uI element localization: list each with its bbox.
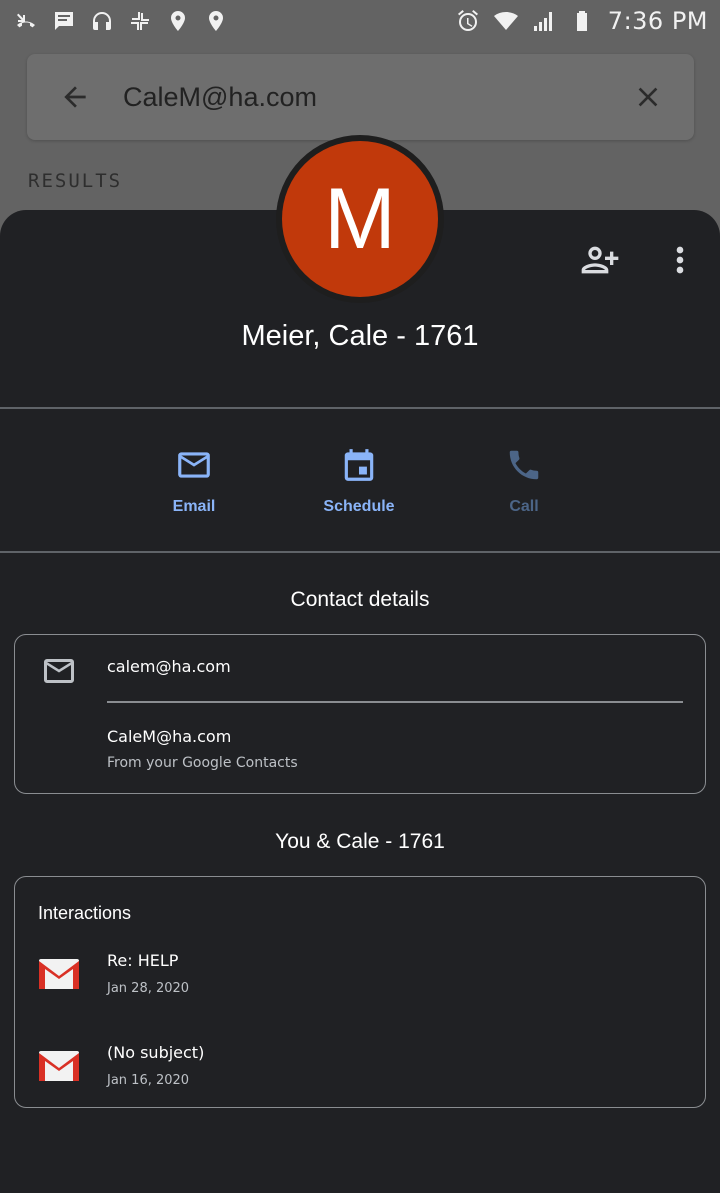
email-button[interactable]: Email xyxy=(134,446,254,516)
interactions-card: Interactions Re: HELP Jan 28, 2020 (No s… xyxy=(14,876,706,1108)
call-button[interactable]: Call xyxy=(464,446,584,516)
interaction-item[interactable]: (No subject) Jan 16, 2020 xyxy=(15,1039,707,1099)
call-label: Call xyxy=(509,498,539,515)
email-source: From your Google Contacts xyxy=(107,755,298,771)
contact-details-card: calem@ha.com CaleM@ha.com From your Goog… xyxy=(14,634,706,794)
search-input[interactable]: CaleM@ha.com xyxy=(123,82,630,113)
interaction-date: Jan 28, 2020 xyxy=(107,981,190,996)
interaction-date: Jan 16, 2020 xyxy=(107,1073,190,1088)
avatar: M xyxy=(282,141,438,297)
mail-icon xyxy=(178,452,210,478)
headphones-icon xyxy=(90,9,114,33)
sheet-toolbar xyxy=(580,240,700,280)
location-icon xyxy=(166,9,190,33)
search-bar[interactable]: CaleM@ha.com xyxy=(27,54,694,140)
alarm-icon xyxy=(456,9,480,33)
phone-icon xyxy=(509,450,539,480)
notification-icons xyxy=(14,9,228,33)
add-contact-icon[interactable] xyxy=(580,240,620,280)
results-label: RESULTS xyxy=(28,170,123,192)
missed-call-icon xyxy=(14,9,38,33)
back-arrow-icon[interactable] xyxy=(57,79,93,115)
interactions-heading: Interactions xyxy=(38,903,132,923)
more-vert-icon[interactable] xyxy=(660,240,700,280)
interaction-item[interactable]: Re: HELP Jan 28, 2020 xyxy=(15,947,707,1007)
location-icon xyxy=(204,9,228,33)
mail-icon xyxy=(41,653,77,694)
calendar-icon xyxy=(344,449,374,481)
secondary-email[interactable]: CaleM@ha.com xyxy=(107,727,231,746)
system-icons: 7:36 PM xyxy=(456,7,708,35)
schedule-button[interactable]: Schedule xyxy=(299,446,419,516)
schedule-label: Schedule xyxy=(323,498,395,515)
interaction-subject: Re: HELP xyxy=(107,951,179,970)
close-icon[interactable] xyxy=(630,79,666,115)
gmail-icon xyxy=(39,1051,79,1081)
divider xyxy=(0,407,720,409)
interaction-subject: (No subject) xyxy=(107,1043,205,1062)
signal-icon xyxy=(532,9,556,33)
avatar-ring: M xyxy=(276,135,444,303)
quick-actions: Email Schedule Call xyxy=(0,446,720,526)
contact-name: Meier, Cale - 1761 xyxy=(241,320,479,352)
clock: 7:36 PM xyxy=(607,7,708,35)
message-icon xyxy=(52,9,76,33)
email-label: Email xyxy=(172,498,216,515)
divider xyxy=(107,701,683,703)
contact-sheet: Meier, Cale - 1761 Email Schedule Call C… xyxy=(0,210,720,1193)
wifi-icon xyxy=(493,9,518,33)
status-bar: 7:36 PM xyxy=(0,0,720,42)
pinwheel-icon xyxy=(128,9,152,33)
battery-icon xyxy=(570,9,594,33)
contact-details-title: Contact details xyxy=(290,588,430,611)
relationship-title: You & Cale - 1761 xyxy=(275,830,445,853)
gmail-icon xyxy=(39,959,79,989)
primary-email[interactable]: calem@ha.com xyxy=(107,657,231,676)
divider xyxy=(0,551,720,553)
